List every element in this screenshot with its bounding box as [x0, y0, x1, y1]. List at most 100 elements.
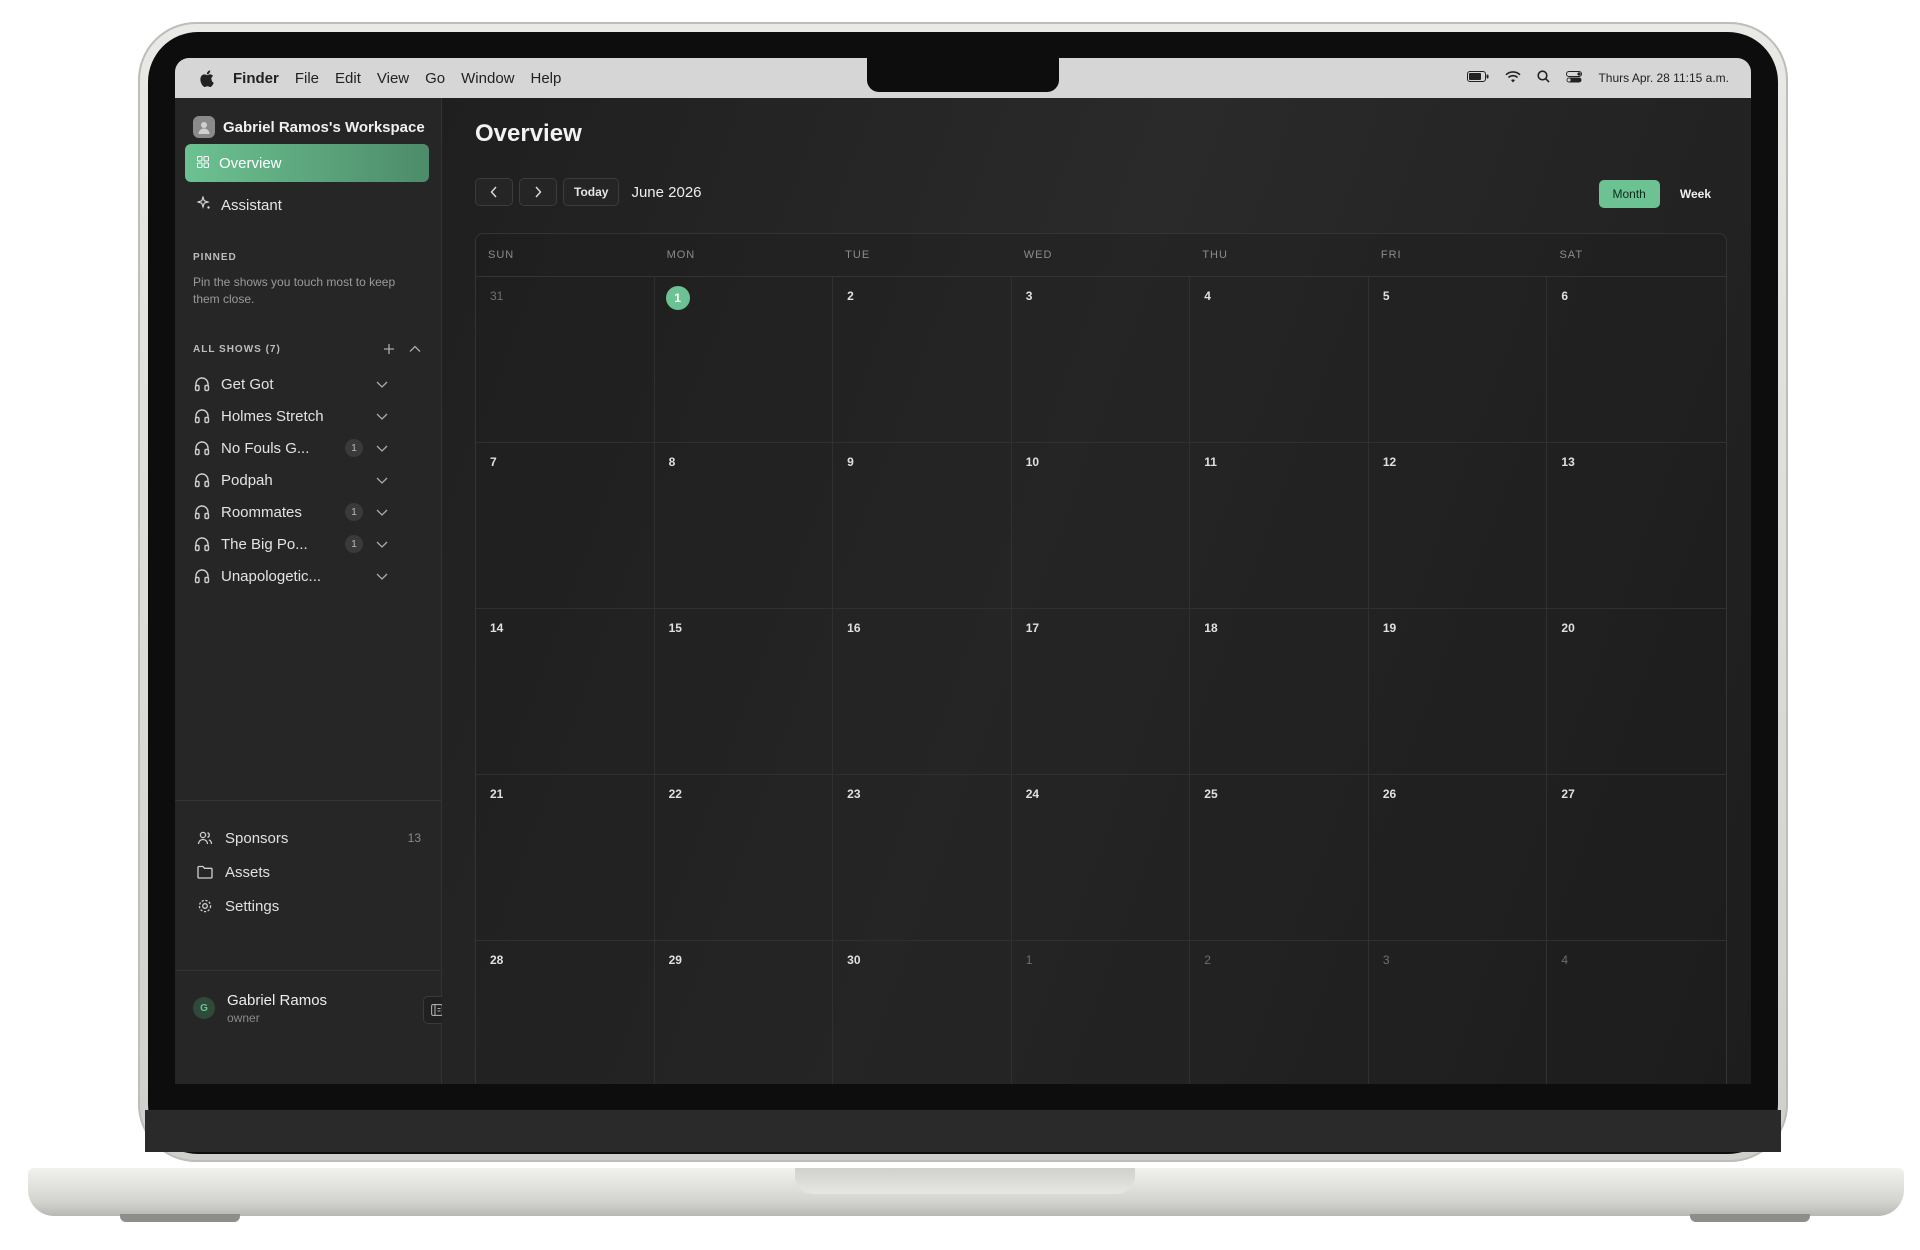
show-item-get-got[interactable]: Get Got: [193, 370, 389, 398]
calendar-day[interactable]: 12: [1368, 443, 1548, 609]
calendar-day[interactable]: 22: [654, 775, 834, 941]
day-number: 4: [1561, 953, 1569, 967]
menu-app-name[interactable]: Finder: [233, 70, 279, 87]
previous-month-button[interactable]: [475, 178, 513, 206]
calendar-day[interactable]: 30: [833, 941, 1012, 1084]
calendar-day[interactable]: 9: [833, 443, 1012, 609]
screen-chin: [145, 1110, 1781, 1152]
menu-file[interactable]: File: [295, 70, 319, 87]
calendar-day[interactable]: 1: [1012, 941, 1191, 1084]
control-center-icon[interactable]: [1566, 70, 1583, 86]
status-area: Thurs Apr. 28 11:15 a.m.: [1467, 58, 1729, 98]
calendar-day[interactable]: 19: [1368, 609, 1548, 775]
calendar-day[interactable]: 4: [1190, 277, 1369, 443]
calendar-day[interactable]: 27: [1547, 775, 1726, 941]
day-number: 18: [1204, 621, 1218, 635]
calendar-day[interactable]: 31: [476, 277, 655, 443]
next-month-button[interactable]: [519, 178, 557, 206]
calendar-day[interactable]: 2: [833, 277, 1012, 443]
day-number: 21: [490, 787, 504, 801]
chevron-down-icon[interactable]: [375, 409, 389, 423]
calendar-day[interactable]: 13: [1547, 443, 1726, 609]
show-item-holmes-stretch[interactable]: Holmes Stretch: [193, 402, 389, 430]
show-item-podpah[interactable]: Podpah: [193, 466, 389, 494]
nav-settings[interactable]: Settings: [197, 893, 421, 919]
calendar-day[interactable]: 8: [654, 443, 834, 609]
calendar-day[interactable]: 23: [833, 775, 1012, 941]
menu-window[interactable]: Window: [461, 70, 514, 87]
show-count-badge: 1: [345, 535, 363, 553]
nav-assets[interactable]: Assets: [197, 859, 421, 885]
calendar-day[interactable]: 29: [655, 941, 834, 1084]
day-number: 8: [668, 455, 676, 469]
menu-view[interactable]: View: [377, 70, 409, 87]
nav-overview[interactable]: Overview: [185, 144, 429, 182]
month-view-button[interactable]: Month: [1598, 180, 1660, 208]
collapse-chevron-up-icon[interactable]: [407, 341, 423, 357]
show-item-the-big-po[interactable]: The Big Po... 1: [193, 530, 389, 558]
menu-edit[interactable]: Edit: [335, 70, 361, 87]
sidebar-divider: [175, 970, 441, 971]
calendar-day[interactable]: 25: [1190, 775, 1369, 941]
day-number: 2: [1204, 953, 1211, 967]
all-shows-header: ALL SHOWS (7): [193, 341, 423, 357]
show-item-roommates[interactable]: Roommates 1: [193, 498, 389, 526]
calendar-day[interactable]: 14: [476, 609, 655, 775]
calendar-day[interactable]: 20: [1547, 609, 1726, 775]
search-icon[interactable]: [1537, 70, 1551, 86]
chevron-down-icon[interactable]: [375, 441, 389, 455]
avatar: G: [193, 997, 215, 1019]
user-profile[interactable]: G Gabriel Ramos owner: [193, 986, 433, 1030]
month-calendar: SUN MON TUE WED THU FRI SAT 31 1 2 3 4 5 6 7 8 9 1…: [475, 233, 1727, 1084]
apple-logo-icon[interactable]: [199, 69, 215, 87]
calendar-day[interactable]: 7: [476, 443, 655, 609]
week-view-button[interactable]: Week: [1666, 180, 1725, 208]
chevron-down-icon[interactable]: [375, 505, 389, 519]
calendar-day[interactable]: 11: [1190, 443, 1369, 609]
calendar-day[interactable]: 3: [1369, 941, 1548, 1084]
battery-icon[interactable]: [1467, 71, 1489, 85]
calendar-day[interactable]: 28: [476, 941, 655, 1084]
calendar-day[interactable]: 24: [1011, 775, 1191, 941]
calendar-day[interactable]: 21: [476, 775, 655, 941]
show-count-badge: 1: [345, 503, 363, 521]
wifi-icon[interactable]: [1505, 70, 1522, 86]
nav-assets-label: Assets: [225, 863, 271, 881]
calendar-day[interactable]: 6: [1547, 277, 1726, 443]
menu-go[interactable]: Go: [425, 70, 445, 87]
calendar-day[interactable]: 16: [833, 609, 1012, 775]
menubar-datetime[interactable]: Thurs Apr. 28 11:15 a.m.: [1598, 71, 1729, 85]
screen: Finder File Edit View Go Window Help Thu…: [175, 58, 1751, 1084]
nav-assistant[interactable]: Assistant: [185, 186, 429, 224]
menu-bar: Finder File Edit View Go Window Help Thu…: [175, 58, 1751, 98]
chevron-down-icon[interactable]: [375, 569, 389, 583]
calendar-day-today[interactable]: 1: [654, 277, 834, 443]
calendar-day[interactable]: 15: [654, 609, 834, 775]
calendar-day[interactable]: 2: [1190, 941, 1369, 1084]
day-number: 27: [1561, 787, 1575, 801]
nav-sponsors[interactable]: Sponsors 13: [197, 825, 421, 851]
day-number: 24: [1025, 787, 1040, 801]
chevron-down-icon[interactable]: [375, 377, 389, 391]
chevron-down-icon[interactable]: [375, 473, 389, 487]
workspace-switcher[interactable]: Gabriel Ramos's Workspace: [193, 116, 425, 138]
calendar-grid: 31 1 2 3 4 5 6 7 8 9 10 11 12 13 14 15 16 17 18 19 20 21 22 23 2…: [476, 277, 1726, 1084]
menu-help[interactable]: Help: [531, 70, 562, 87]
calendar-day[interactable]: 10: [1011, 443, 1191, 609]
calendar-day[interactable]: 18: [1190, 609, 1369, 775]
users-icon: [197, 831, 213, 845]
show-item-no-fouls[interactable]: No Fouls G... 1: [193, 434, 389, 462]
calendar-day[interactable]: 3: [1011, 277, 1191, 443]
day-number: 5: [1382, 289, 1390, 303]
add-show-plus-icon[interactable]: [381, 341, 397, 357]
calendar-day[interactable]: 26: [1368, 775, 1548, 941]
today-button[interactable]: Today: [563, 178, 620, 206]
calendar-day[interactable]: 4: [1547, 941, 1726, 1084]
nav-settings-label: Settings: [225, 897, 280, 915]
calendar-day[interactable]: 17: [1011, 609, 1191, 775]
chevron-right-icon: [535, 186, 542, 198]
calendar-day[interactable]: 5: [1368, 277, 1548, 443]
chevron-down-icon[interactable]: [375, 537, 389, 551]
day-number: 26: [1382, 787, 1397, 801]
show-item-unapologetic[interactable]: Unapologetic...: [193, 562, 389, 590]
